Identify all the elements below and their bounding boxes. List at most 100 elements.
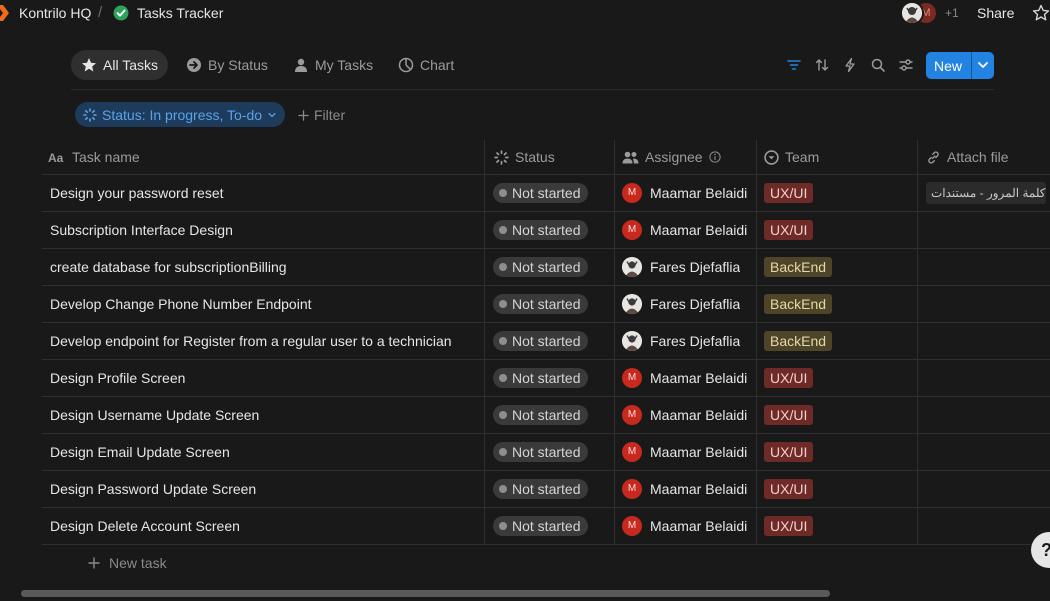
status-label: Not started <box>512 333 581 349</box>
team-cell[interactable]: UX/UI <box>764 212 814 248</box>
table-row[interactable]: create database for subscriptionBilling N… <box>42 249 1050 286</box>
table-row[interactable]: Design Email Update Screen Not started M Ma… <box>42 434 1050 471</box>
table-row[interactable]: Develop endpoint for Register from a reg… <box>42 323 1050 360</box>
team-tag: UX/UI <box>764 442 814 462</box>
status-cell[interactable]: Not started <box>493 360 589 396</box>
assignee-cell[interactable]: M Maamar Belaidi <box>622 212 747 248</box>
task-name-cell[interactable]: Subscription Interface Design <box>50 212 482 248</box>
team-cell[interactable]: BackEnd <box>764 323 833 359</box>
search-icon[interactable] <box>870 57 886 73</box>
workspace-name[interactable]: Kontrilo HQ <box>19 5 91 21</box>
column-header-assignee[interactable]: Assignee <box>622 140 721 174</box>
team-cell[interactable]: UX/UI <box>764 397 814 433</box>
table-row[interactable]: Design Password Update Screen Not started… <box>42 471 1050 508</box>
info-icon[interactable] <box>708 151 721 163</box>
page-title[interactable]: Tasks Tracker <box>137 5 223 21</box>
task-name-cell[interactable]: Design Delete Account Screen <box>50 508 482 544</box>
status-cell[interactable]: Not started <box>493 471 589 507</box>
team-cell[interactable]: UX/UI <box>764 360 814 396</box>
sort-icon[interactable] <box>814 57 830 73</box>
loading-status-icon <box>83 107 97 122</box>
add-filter-button[interactable]: Filter <box>298 107 345 123</box>
chevron-down-icon[interactable] <box>976 58 990 72</box>
team-cell[interactable]: UX/UI <box>764 508 814 544</box>
status-filter-chip[interactable]: Status: In progress, To-do <box>75 102 286 127</box>
table-row[interactable]: Design Profile Screen Not started M Maamar … <box>42 360 1050 397</box>
assignee-cell[interactable]: Fares Djefaflia <box>622 286 740 322</box>
column-header-attach-file[interactable]: Attach file <box>926 140 1008 174</box>
tab-my-tasks[interactable]: My Tasks <box>283 50 383 80</box>
task-name-cell[interactable]: Design Profile Screen <box>50 360 482 396</box>
team-cell[interactable]: BackEnd <box>764 286 833 322</box>
collaborator-avatars[interactable]: M <box>900 1 942 25</box>
assignee-cell[interactable]: M Maamar Belaidi <box>622 175 747 211</box>
team-tag: BackEnd <box>764 331 833 351</box>
team-cell[interactable]: UX/UI <box>764 175 814 211</box>
task-name-cell[interactable]: Develop Change Phone Number Endpoint <box>50 286 482 322</box>
status-cell[interactable]: Not started <box>493 434 589 470</box>
filter-icon[interactable] <box>786 57 802 73</box>
task-name-cell[interactable]: Design Email Update Screen <box>50 434 482 470</box>
table-row[interactable]: Design your password reset Not started M Ma… <box>42 175 1050 212</box>
task-name-cell[interactable]: Design Username Update Screen <box>50 397 482 433</box>
status-cell[interactable]: Not started <box>493 508 589 544</box>
horizontal-scrollbar[interactable] <box>21 590 830 597</box>
top-bar: Kontrilo HQ / Tasks Tracker M +1 Share <box>0 0 1050 27</box>
assignee-cell[interactable]: Fares Djefaflia <box>622 249 740 285</box>
status-cell[interactable]: Not started <box>493 175 589 211</box>
team-tag: UX/UI <box>764 368 814 388</box>
text-property-icon: Aa <box>48 151 64 165</box>
tab-by-status[interactable]: By Status <box>176 50 278 80</box>
status-label: Not started <box>512 185 581 201</box>
collaborators-count[interactable]: +1 <box>945 6 959 20</box>
tab-all-tasks[interactable]: All Tasks <box>71 50 168 80</box>
assignee-cell[interactable]: Fares Djefaflia <box>622 323 740 359</box>
column-label: Status <box>515 149 555 165</box>
avatar: M <box>622 220 642 240</box>
status-property-icon <box>494 149 509 165</box>
breadcrumb-separator: / <box>98 4 103 21</box>
column-header-task-name[interactable]: Aa Task name <box>48 140 140 174</box>
task-name-cell[interactable]: Develop endpoint for Register from a reg… <box>50 323 482 359</box>
favorite-star-icon[interactable] <box>1032 4 1050 22</box>
table-row[interactable]: Develop Change Phone Number Endpoint Not … <box>42 286 1050 323</box>
task-name-cell[interactable]: Design your password reset <box>50 175 482 211</box>
assignee-cell[interactable]: M Maamar Belaidi <box>622 508 747 544</box>
team-cell[interactable]: UX/UI <box>764 434 814 470</box>
table-row[interactable]: Design Delete Account Screen Not started M… <box>42 508 1050 545</box>
assignee-cell[interactable]: M Maamar Belaidi <box>622 434 747 470</box>
table-row[interactable]: Subscription Interface Design Not started… <box>42 212 1050 249</box>
assignee-name: Fares Djefaflia <box>650 259 741 275</box>
automation-bolt-icon[interactable] <box>842 57 858 73</box>
table-row[interactable]: Design Username Update Screen Not started… <box>42 397 1050 434</box>
assignee-cell[interactable]: M Maamar Belaidi <box>622 397 747 433</box>
assignee-name: Maamar Belaidi <box>650 444 748 460</box>
assignee-cell[interactable]: M Maamar Belaidi <box>622 360 747 396</box>
avatar <box>622 294 642 314</box>
share-button[interactable]: Share <box>977 5 1014 21</box>
column-header-team[interactable]: Team <box>764 140 819 174</box>
attach-file-cell[interactable]: إعادة تعيين كلمة المرور - مستندات <box>926 175 1046 211</box>
assignee-name: Maamar Belaidi <box>650 185 748 201</box>
task-name-cell[interactable]: Design Password Update Screen <box>50 471 482 507</box>
avatar: M <box>622 183 642 203</box>
tab-chart[interactable]: Chart <box>388 50 464 80</box>
status-cell[interactable]: Not started <box>493 397 589 433</box>
column-header-status[interactable]: Status <box>494 140 555 174</box>
task-name-cell[interactable]: create database for subscriptionBilling <box>50 249 482 285</box>
new-button[interactable]: New <box>926 52 994 79</box>
status-cell[interactable]: Not started <box>493 249 589 285</box>
new-task-button[interactable]: New task <box>88 555 167 571</box>
file-attachment[interactable]: إعادة تعيين كلمة المرور - مستندات <box>926 182 1046 204</box>
status-label: Not started <box>512 481 581 497</box>
status-badge: Not started <box>493 479 589 499</box>
tab-label: All Tasks <box>103 57 158 73</box>
team-cell[interactable]: UX/UI <box>764 471 814 507</box>
status-cell[interactable]: Not started <box>493 286 589 322</box>
status-cell[interactable]: Not started <box>493 323 589 359</box>
team-cell[interactable]: BackEnd <box>764 249 833 285</box>
status-dot-icon <box>499 522 507 530</box>
assignee-cell[interactable]: M Maamar Belaidi <box>622 471 747 507</box>
settings-sliders-icon[interactable] <box>898 57 914 73</box>
status-cell[interactable]: Not started <box>493 212 589 248</box>
